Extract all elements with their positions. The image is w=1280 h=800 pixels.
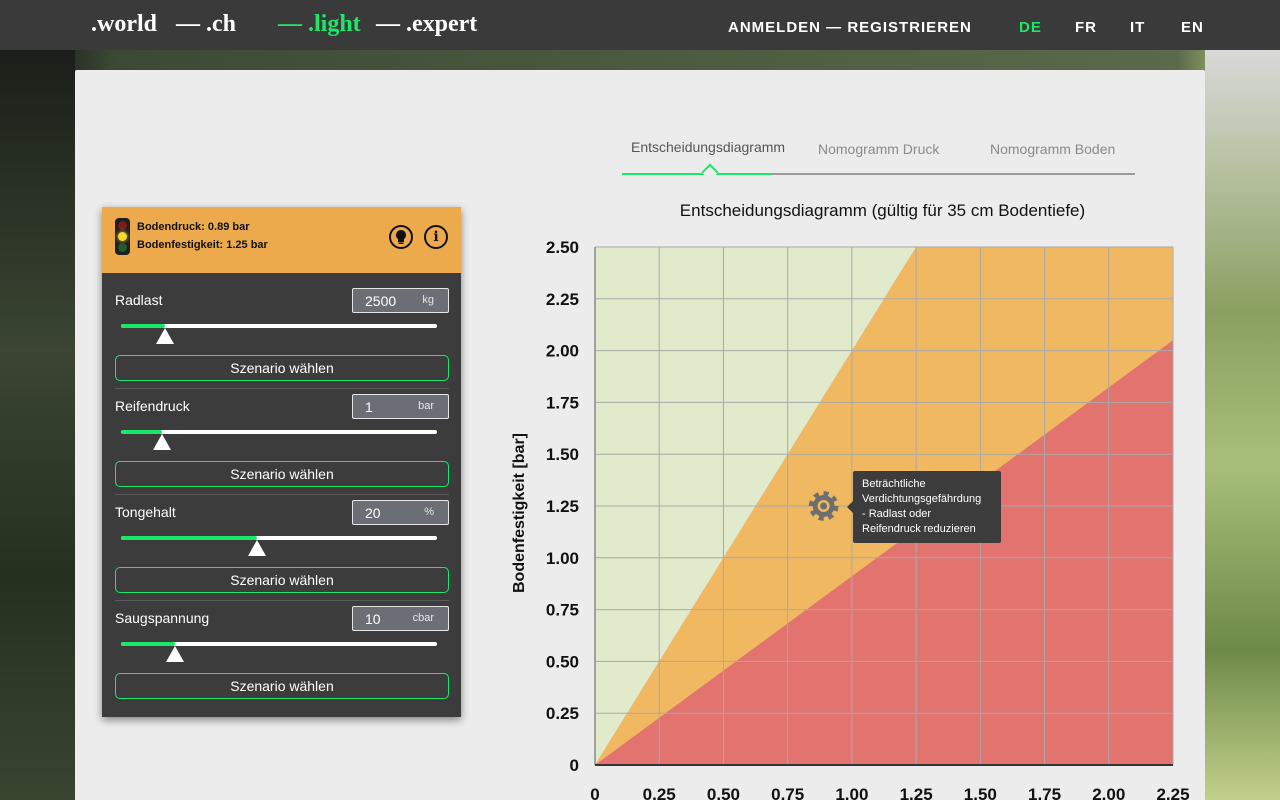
tooltip-line: - Radlast oder: [862, 508, 932, 520]
y-tick-label: 0: [570, 756, 579, 775]
y-tick-label: 0.25: [546, 704, 579, 723]
y-tick-label: 1.75: [546, 393, 579, 412]
x-tick-label: 1.75: [1028, 785, 1061, 800]
decision-chart: 0 0.25 0.50 0.75 1.00 1.25 1.50 1.75 2.00 2.25 0 0.…: [546, 238, 1190, 800]
y-tick-label: 1.25: [546, 497, 579, 516]
x-tick-label: 1.50: [964, 785, 997, 800]
x-tick-label: 0.50: [707, 785, 740, 800]
tooltip-line: Verdichtungsgefährdung: [862, 493, 982, 505]
y-tick-label: 0.50: [546, 652, 579, 671]
y-tick-label: 2.50: [546, 238, 579, 257]
x-tick-label: 1.25: [900, 785, 933, 800]
hazard-tooltip: Beträchtliche Verdichtungsgefährdung - R…: [847, 471, 1001, 543]
y-tick-label: 2.00: [546, 342, 579, 361]
x-tick-label: 0: [590, 785, 599, 800]
y-tick-label: 1.00: [546, 549, 579, 568]
tooltip-line: Reifendruck reduzieren: [862, 523, 976, 535]
x-tick-label: 1.00: [835, 785, 868, 800]
y-tick-label: 1.50: [546, 445, 579, 464]
x-tick-label: 0.75: [771, 785, 804, 800]
x-tick-label: 0.25: [643, 785, 676, 800]
y-tick-label: 2.25: [546, 290, 579, 309]
y-tick-label: 0.75: [546, 601, 579, 620]
x-tick-label: 2.25: [1156, 785, 1189, 800]
x-tick-label: 2.00: [1092, 785, 1125, 800]
tooltip-line: Beträchtliche: [862, 478, 926, 490]
